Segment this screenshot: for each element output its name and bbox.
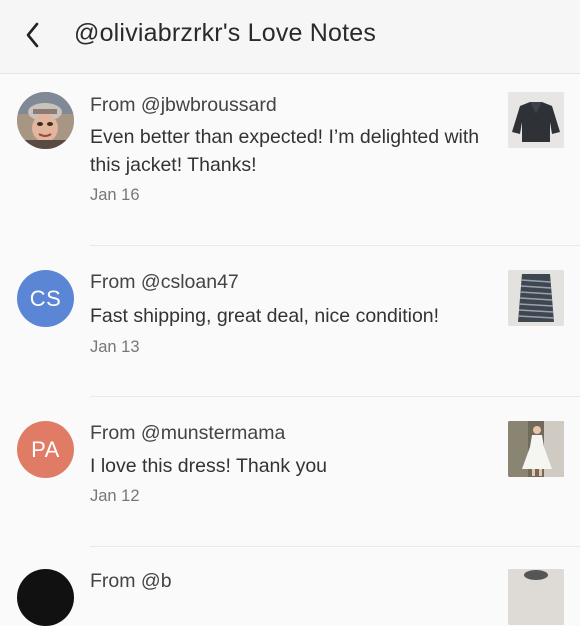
divider — [90, 546, 580, 547]
note-sender[interactable]: From @b — [90, 570, 172, 593]
item-thumbnail[interactable] — [508, 421, 564, 477]
note-date: Jan 16 — [90, 186, 140, 204]
note-sender[interactable]: From @munstermama — [90, 422, 285, 445]
avatar-photo — [17, 92, 74, 149]
note-message: Fast shipping, great deal, nice conditio… — [90, 305, 440, 327]
dress-image — [508, 421, 564, 477]
jacket-image — [508, 92, 564, 148]
skirt-image — [508, 270, 564, 326]
note-message: Even better than expected! I’m delighted… — [90, 126, 480, 176]
item-thumbnail[interactable] — [508, 270, 564, 326]
avatar-initials: CS — [29, 285, 62, 311]
item-image — [508, 569, 564, 625]
avatar[interactable]: PA — [17, 421, 74, 478]
page-title: @oliviabrzrkr's Love Notes — [74, 19, 377, 47]
divider — [90, 245, 580, 246]
note-sender[interactable]: From @jbwbroussard — [90, 94, 277, 117]
chevron-left-icon — [26, 22, 39, 48]
back-button[interactable] — [22, 20, 46, 50]
avatar[interactable] — [17, 92, 74, 149]
note-date: Jan 13 — [90, 338, 140, 356]
avatar[interactable]: CS — [17, 270, 74, 327]
note-date: Jan 12 — [90, 487, 140, 505]
note-message: I love this dress! Thank you — [90, 455, 328, 477]
header-bar: @oliviabrzrkr's Love Notes — [0, 0, 580, 74]
note-sender[interactable]: From @csloan47 — [90, 271, 239, 294]
item-thumbnail[interactable] — [508, 92, 564, 148]
avatar-initials: PA — [31, 436, 60, 462]
divider — [90, 396, 580, 397]
avatar[interactable] — [17, 569, 74, 626]
item-thumbnail[interactable] — [508, 569, 564, 625]
